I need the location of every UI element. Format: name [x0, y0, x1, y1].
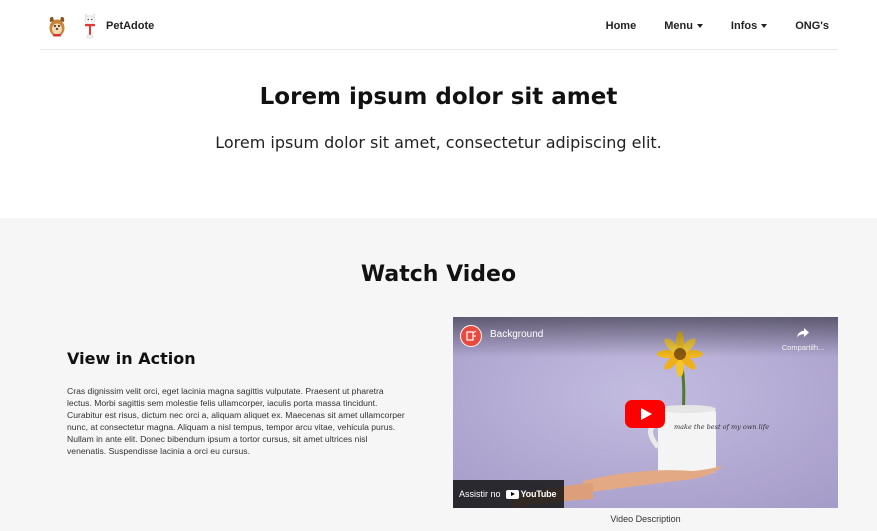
- view-description: Cras dignissim velit orci, eget lacinia …: [67, 386, 405, 457]
- video-section: Watch Video View in Action Cras dignissi…: [0, 218, 877, 531]
- youtube-play-icon: [505, 489, 519, 499]
- share-button[interactable]: Compartilh...: [778, 323, 828, 352]
- channel-logo-icon: [466, 330, 477, 341]
- youtube-wordmark: YouTube: [520, 489, 557, 499]
- youtube-logo: YouTube: [505, 489, 557, 499]
- nav-home-label: Home: [605, 20, 637, 32]
- share-icon: [797, 328, 809, 338]
- nav-ongs[interactable]: ONG's: [795, 20, 829, 32]
- brand[interactable]: PetAdote: [48, 12, 154, 40]
- video-title[interactable]: Background: [490, 329, 543, 340]
- nav-infos-dropdown[interactable]: Infos: [730, 20, 768, 32]
- nav-menu-label: Menu: [664, 20, 693, 32]
- hero-subtitle: Lorem ipsum dolor sit amet, consectetur …: [215, 133, 662, 152]
- watch-on-label: Assistir no: [459, 489, 501, 499]
- nav-menu-dropdown[interactable]: Menu: [664, 20, 703, 32]
- caret-down-icon: [761, 24, 768, 28]
- watch-on-youtube-button[interactable]: Assistir no YouTube: [453, 480, 565, 508]
- view-title: View in Action: [67, 349, 196, 368]
- video-player[interactable]: make the best of my own life Background …: [453, 317, 838, 508]
- channel-avatar[interactable]: [460, 325, 482, 347]
- nav-ongs-label: ONG's: [795, 20, 829, 32]
- play-button[interactable]: [625, 400, 665, 428]
- navbar: PetAdote Home Menu Infos ONG's: [0, 0, 877, 50]
- video-caption: Video Description: [610, 514, 681, 524]
- share-label: Compartilh...: [781, 343, 825, 352]
- cat-logo-icon: [84, 13, 96, 39]
- hero-title: Lorem ipsum dolor sit amet: [259, 84, 618, 110]
- nav-home[interactable]: Home: [606, 20, 637, 32]
- brand-name[interactable]: PetAdote: [106, 20, 154, 32]
- mug-text: make the best of my own life: [674, 423, 769, 431]
- nav-infos-label: Infos: [730, 20, 758, 32]
- caret-down-icon: [696, 24, 703, 28]
- main-nav: Home Menu Infos ONG's: [606, 20, 829, 32]
- dog-logo-icon: [49, 16, 65, 37]
- section-title: Watch Video: [360, 262, 517, 287]
- navbar-divider: [40, 49, 837, 50]
